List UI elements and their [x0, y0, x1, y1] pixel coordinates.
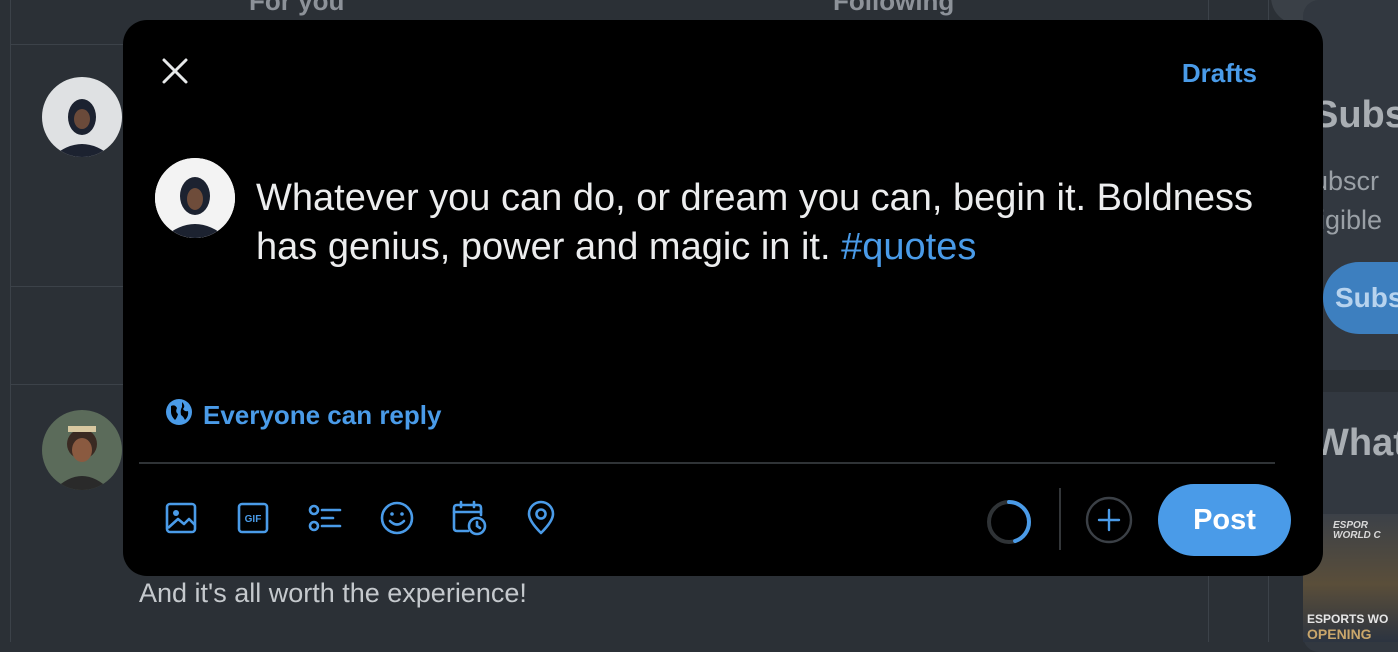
character-count-ring: [985, 498, 1033, 546]
subscribe-description: ligible: [1313, 205, 1383, 235]
add-post-button[interactable]: [1084, 495, 1134, 545]
poll-button[interactable]: [289, 488, 361, 552]
avatar[interactable]: [42, 410, 122, 490]
schedule-icon: [451, 500, 487, 541]
reply-setting-label: Everyone can reply: [203, 400, 442, 430]
avatar[interactable]: [42, 77, 122, 157]
tweet-text: And it's all worth the experience!: [139, 578, 527, 608]
compose-body-text: Whatever you can do, or dream you can, b…: [256, 177, 1253, 268]
toolbar-divider: [1059, 488, 1061, 550]
tab-following[interactable]: Following: [833, 0, 954, 17]
compose-modal: Drafts Whatever you can do, or dream you…: [123, 20, 1323, 576]
media-icon: [164, 501, 198, 540]
compose-divider: [139, 462, 1275, 464]
compose-toolbar: GIF: [145, 488, 577, 552]
avatar[interactable]: [155, 158, 235, 238]
location-button[interactable]: [505, 488, 577, 552]
promo-text: ESPORTS WO: [1307, 612, 1389, 626]
promo-text: WORLD C: [1333, 530, 1381, 541]
tab-for-you[interactable]: For you: [249, 0, 344, 17]
poll-icon: [307, 501, 343, 540]
drafts-button[interactable]: Drafts: [1182, 58, 1257, 89]
subscribe-title: Subs: [1313, 94, 1398, 136]
gif-button[interactable]: GIF: [217, 488, 289, 552]
close-icon: [161, 57, 189, 90]
globe-icon: [165, 398, 193, 433]
plus-icon: [1084, 496, 1134, 549]
whats-happening-title: What: [1313, 422, 1398, 464]
emoji-button[interactable]: [361, 488, 433, 552]
hashtag-link[interactable]: #quotes: [841, 226, 976, 268]
schedule-button[interactable]: [433, 488, 505, 552]
subscribe-button-label: Subs: [1335, 282, 1398, 313]
reply-setting-button[interactable]: Everyone can reply: [165, 398, 441, 433]
svg-text:GIF: GIF: [245, 514, 262, 525]
close-button[interactable]: [153, 51, 197, 95]
gif-icon: GIF: [236, 501, 270, 540]
emoji-icon: [379, 500, 415, 541]
media-button[interactable]: [145, 488, 217, 552]
post-button[interactable]: Post: [1158, 484, 1291, 556]
location-icon: [525, 500, 557, 541]
promo-text: OPENING: [1307, 626, 1372, 642]
compose-textarea[interactable]: Whatever you can do, or dream you can, b…: [256, 174, 1286, 272]
